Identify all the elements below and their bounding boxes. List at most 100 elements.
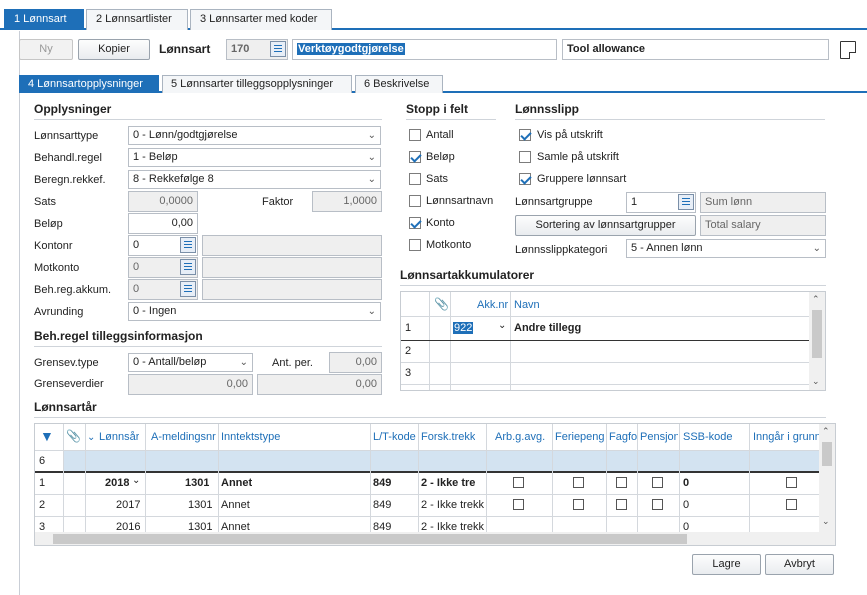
lt-cell[interactable]: 849 — [373, 499, 391, 511]
lonnsarttype-dropdown[interactable]: 0 - Lønn/godtgjørelse ⌄ — [128, 126, 381, 145]
chevron-up-icon[interactable]: ⌃ — [812, 294, 820, 305]
stopp-konto-checkbox[interactable] — [409, 217, 421, 229]
paperclip-icon[interactable]: 📎 — [434, 297, 449, 311]
col-inngar[interactable]: Inngår i grunnl — [753, 431, 819, 443]
amelding-cell[interactable]: 1301 — [188, 499, 212, 511]
forsk-cell[interactable]: 2 - Ikke tre — [421, 477, 485, 489]
avrunding-dropdown[interactable]: 0 - Ingen ⌄ — [128, 302, 381, 321]
filter-icon[interactable]: ▼ — [40, 428, 54, 444]
cancel-button[interactable]: Avbryt — [765, 554, 834, 575]
behandl-dropdown[interactable]: 1 - Beløp ⌄ — [128, 148, 381, 167]
arbgavg-checkbox[interactable] — [513, 477, 524, 488]
tab-lonnsartlister[interactable]: 2 Lønnsartlister — [86, 9, 188, 30]
lookup-icon[interactable] — [270, 41, 286, 57]
akk-akknr-cell[interactable]: 922 — [453, 322, 474, 334]
col-forsktrekk[interactable]: Forsk.trekk — [421, 431, 475, 443]
ssb-cell[interactable]: 0 — [683, 499, 689, 511]
stopp-belop-checkbox[interactable] — [409, 151, 421, 163]
lt-cell[interactable]: 849 — [373, 477, 391, 489]
amelding-cell[interactable]: 1301 — [185, 477, 209, 489]
ssb-cell[interactable]: 0 — [683, 477, 689, 489]
col-inntektstype[interactable]: Inntektstype — [221, 431, 280, 443]
pensjon-checkbox[interactable] — [652, 499, 663, 510]
chevron-up-icon[interactable]: ⌃ — [822, 426, 830, 437]
lonnsart-name-en-field[interactable]: Tool allowance — [562, 39, 829, 60]
lonnsartar-scroll-thumb-v[interactable] — [822, 442, 832, 466]
col-akknr[interactable]: Akk.nr — [477, 299, 508, 311]
samle-pa-utskrift-checkbox[interactable] — [519, 151, 531, 163]
col-lonnsar[interactable]: Lønnsår — [99, 431, 139, 443]
forsk-cell[interactable]: 2 - Ikke trekk — [421, 499, 485, 511]
paperclip-icon[interactable]: 📎 — [66, 429, 81, 443]
inntekt-cell[interactable]: Annet — [221, 477, 252, 489]
akk-navn-cell[interactable]: Andre tillegg — [514, 322, 581, 334]
grense1-field[interactable]: 0,00 — [128, 374, 253, 395]
chevron-down-icon[interactable]: ⌄ — [132, 475, 140, 486]
col-feriepeng[interactable]: Feriepeng — [555, 431, 605, 443]
sort-chevron-icon[interactable]: ⌄ — [87, 432, 95, 443]
filter-row[interactable] — [63, 451, 819, 471]
stopp-antall-checkbox[interactable] — [409, 129, 421, 141]
arbgavg-checkbox[interactable] — [513, 499, 524, 510]
behreg-field[interactable]: 0 — [128, 279, 198, 300]
inngar-checkbox[interactable] — [786, 477, 797, 488]
kontonr-field[interactable]: 0 — [128, 235, 198, 256]
inntekt-cell[interactable]: Annet — [221, 499, 250, 511]
stopp-motkonto-checkbox[interactable] — [409, 239, 421, 251]
fagfo-checkbox[interactable] — [616, 477, 627, 488]
faktor-field[interactable]: 1,0000 — [312, 191, 382, 212]
col-arbgavg[interactable]: Arb.g.avg. — [495, 431, 545, 443]
akk-scrollbar[interactable]: ⌃ ⌄ — [809, 292, 825, 390]
note-icon[interactable] — [840, 41, 856, 59]
grense2-field[interactable]: 0,00 — [257, 374, 382, 395]
lonnsartar-scrollbar-v[interactable]: ⌃ ⌄ — [819, 424, 835, 532]
vis-pa-utskrift-checkbox[interactable] — [519, 129, 531, 141]
stopp-sats-label: Sats — [426, 173, 449, 185]
akk-scroll-thumb[interactable] — [812, 310, 822, 358]
save-button[interactable]: Lagre — [692, 554, 761, 575]
lonnsartar-scroll-thumb-h[interactable] — [53, 534, 687, 544]
tab-lonnsartopplysninger[interactable]: 4 Lønnsartopplysninger — [19, 75, 159, 93]
lonnsart-number-field[interactable]: 170 — [226, 39, 288, 60]
fagfo-checkbox[interactable] — [616, 499, 627, 510]
col-navn[interactable]: Navn — [514, 299, 540, 311]
gruppere-lonnsart-checkbox[interactable] — [519, 173, 531, 185]
tab-lonnsarter-med-koder[interactable]: 3 Lønnsarter med koder — [190, 9, 332, 30]
new-button[interactable]: Ny — [19, 39, 73, 60]
sortering-button[interactable]: Sortering av lønnsartgrupper — [515, 215, 696, 236]
col-fagfo[interactable]: Fagfo — [609, 431, 637, 443]
copy-button[interactable]: Kopier — [78, 39, 150, 60]
feriepeng-checkbox[interactable] — [573, 499, 584, 510]
kategori-dropdown[interactable]: 5 - Annen lønn ⌄ — [626, 239, 826, 258]
lookup-icon[interactable] — [180, 259, 196, 275]
feriepeng-checkbox[interactable] — [573, 477, 584, 488]
col-pensjon[interactable]: Pensjon — [640, 431, 678, 443]
chevron-down-icon[interactable]: ⌄ — [822, 516, 830, 527]
col-ssbkode[interactable]: SSB-kode — [683, 431, 733, 443]
year-cell[interactable]: 2017 — [116, 499, 140, 511]
tab-beskrivelse[interactable]: 6 Beskrivelse — [355, 75, 443, 93]
lonnsart-name-no-field[interactable]: Verktøygodtgjørelse — [292, 39, 557, 60]
year-cell[interactable]: 2018 — [105, 477, 129, 489]
beregn-dropdown[interactable]: 8 - Rekkefølge 8 ⌄ — [128, 170, 381, 189]
lonnsartgruppe-field[interactable]: 1 — [626, 192, 696, 213]
stopp-lonnsartnavn-checkbox[interactable] — [409, 195, 421, 207]
lookup-icon[interactable] — [180, 281, 196, 297]
stopp-sats-checkbox[interactable] — [409, 173, 421, 185]
lookup-icon[interactable] — [180, 237, 196, 253]
chevron-down-icon[interactable]: ⌄ — [498, 320, 506, 331]
tab-lonnsarter-tilleggsopplysninger[interactable]: 5 Lønnsarter tilleggsopplysninger — [162, 75, 352, 93]
lookup-icon[interactable] — [678, 194, 694, 210]
motkonto-field[interactable]: 0 — [128, 257, 198, 278]
antper-field[interactable]: 0,00 — [329, 352, 382, 373]
tab-lonnsart[interactable]: 1 Lønnsart — [4, 9, 84, 30]
col-ltkode[interactable]: L/T-kode — [373, 431, 416, 443]
grensev-dropdown[interactable]: 0 - Antall/beløp ⌄ — [128, 353, 253, 372]
lonnsartar-scrollbar-h[interactable] — [35, 532, 835, 545]
inngar-checkbox[interactable] — [786, 499, 797, 510]
sats-field[interactable]: 0,0000 — [128, 191, 198, 212]
belop-field[interactable]: 0,00 — [128, 213, 198, 234]
col-ameldingsnr[interactable]: A-meldingsnr — [151, 431, 216, 443]
chevron-down-icon[interactable]: ⌄ — [812, 376, 820, 387]
pensjon-checkbox[interactable] — [652, 477, 663, 488]
